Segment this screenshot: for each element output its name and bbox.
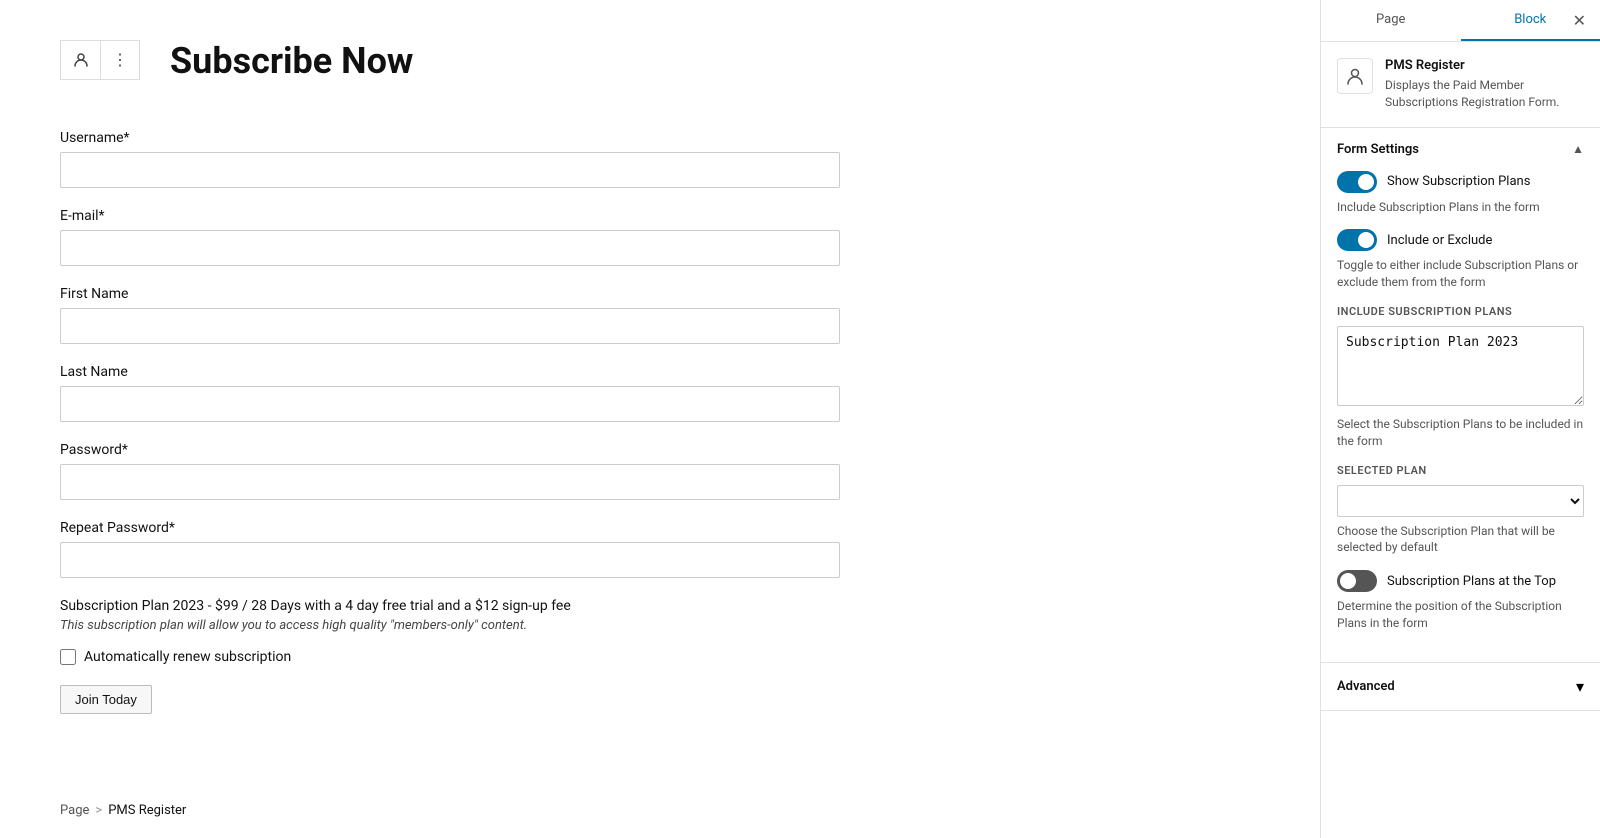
- sidebar-block-info: PMS Register Displays the Paid Member Su…: [1321, 42, 1600, 128]
- breadcrumb: Page > PMS Register: [60, 803, 186, 818]
- show-subscription-plans-desc: Include Subscription Plans in the form: [1337, 199, 1584, 216]
- block-user-icon-btn[interactable]: [60, 40, 100, 80]
- include-exclude-toggle[interactable]: [1337, 229, 1377, 251]
- username-label: Username*: [60, 130, 840, 146]
- lastname-input[interactable]: [60, 386, 840, 422]
- password-group: Password*: [60, 442, 840, 500]
- advanced-section[interactable]: Advanced ▾: [1321, 663, 1600, 711]
- subscription-plans-top-desc: Determine the position of the Subscripti…: [1337, 598, 1584, 632]
- advanced-chevron-icon: ▾: [1576, 677, 1584, 696]
- password-input[interactable]: [60, 464, 840, 500]
- include-exclude-desc: Toggle to either include Subscription Pl…: [1337, 257, 1584, 291]
- form-settings-header[interactable]: Form Settings ▲: [1321, 128, 1600, 171]
- include-plans-hint: Select the Subscription Plans to be incl…: [1337, 416, 1584, 450]
- auto-renew-checkbox[interactable]: [60, 649, 76, 665]
- username-group: Username*: [60, 130, 840, 188]
- selected-plan-hint: Choose the Subscription Plan that will b…: [1337, 523, 1584, 557]
- block-info-name: PMS Register: [1385, 58, 1584, 73]
- selected-plan-label: SELECTED PLAN: [1337, 464, 1584, 477]
- repeat-password-input[interactable]: [60, 542, 840, 578]
- form-settings-title: Form Settings: [1337, 142, 1419, 157]
- right-sidebar: Page Block ✕ PMS Register Displays the P…: [1320, 0, 1600, 838]
- show-subscription-plans-label: Show Subscription Plans: [1387, 174, 1530, 189]
- sidebar-close-button[interactable]: ✕: [1569, 7, 1590, 35]
- lastname-group: Last Name: [60, 364, 840, 422]
- subscription-plan-desc: This subscription plan will allow you to…: [60, 618, 840, 633]
- firstname-label: First Name: [60, 286, 840, 302]
- pms-register-icon: [1345, 66, 1365, 86]
- firstname-group: First Name: [60, 286, 840, 344]
- close-icon: ✕: [1573, 13, 1586, 30]
- repeat-password-label: Repeat Password*: [60, 520, 840, 536]
- auto-renew-row: Automatically renew subscription: [60, 649, 840, 665]
- password-label: Password*: [60, 442, 840, 458]
- block-icon-wrapper: [1337, 58, 1373, 94]
- join-button[interactable]: Join Today: [60, 685, 152, 714]
- subscription-plans-top-toggle[interactable]: [1337, 570, 1377, 592]
- repeat-password-group: Repeat Password*: [60, 520, 840, 578]
- email-group: E-mail*: [60, 208, 840, 266]
- subscription-plans-top-row: Subscription Plans at the Top: [1337, 570, 1584, 592]
- auto-renew-label: Automatically renew subscription: [84, 649, 291, 665]
- main-content: ⋮ Subscribe Now Username* E-mail* First …: [0, 0, 1320, 838]
- subscription-plan-info: Subscription Plan 2023 - $99 / 28 Days w…: [60, 598, 840, 633]
- show-subscription-plans-row: Show Subscription Plans: [1337, 171, 1584, 193]
- page-title: Subscribe Now: [170, 40, 413, 82]
- breadcrumb-current: PMS Register: [108, 803, 186, 818]
- username-input[interactable]: [60, 152, 840, 188]
- include-plans-section-label: INCLUDE SUBSCRIPTION PLANS: [1337, 305, 1584, 318]
- subscription-plan-title: Subscription Plan 2023 - $99 / 28 Days w…: [60, 598, 840, 614]
- include-plans-textarea[interactable]: Subscription Plan 2023: [1337, 326, 1584, 406]
- advanced-title: Advanced: [1337, 679, 1395, 694]
- form-settings-section: Form Settings ▲ Show Subscription Plans …: [1321, 128, 1600, 663]
- include-exclude-row: Include or Exclude: [1337, 229, 1584, 251]
- block-more-options-btn[interactable]: ⋮: [100, 40, 140, 80]
- include-exclude-label: Include or Exclude: [1387, 233, 1492, 248]
- lastname-label: Last Name: [60, 364, 840, 380]
- email-label: E-mail*: [60, 208, 840, 224]
- form-settings-body: Show Subscription Plans Include Subscrip…: [1321, 171, 1600, 662]
- firstname-input[interactable]: [60, 308, 840, 344]
- email-input[interactable]: [60, 230, 840, 266]
- subscription-plans-top-label: Subscription Plans at the Top: [1387, 574, 1556, 589]
- selected-plan-select[interactable]: [1337, 485, 1584, 517]
- form-settings-chevron-icon: ▲: [1572, 142, 1584, 156]
- sidebar-tabs: Page Block ✕: [1321, 0, 1600, 42]
- more-options-icon: ⋮: [112, 50, 128, 70]
- show-subscription-plans-toggle[interactable]: [1337, 171, 1377, 193]
- block-info-desc: Displays the Paid Member Subscriptions R…: [1385, 77, 1584, 111]
- breadcrumb-page[interactable]: Page: [60, 803, 89, 818]
- breadcrumb-separator: >: [95, 803, 102, 818]
- tab-page[interactable]: Page: [1321, 0, 1461, 41]
- form-container: Username* E-mail* First Name Last Name P…: [60, 130, 840, 714]
